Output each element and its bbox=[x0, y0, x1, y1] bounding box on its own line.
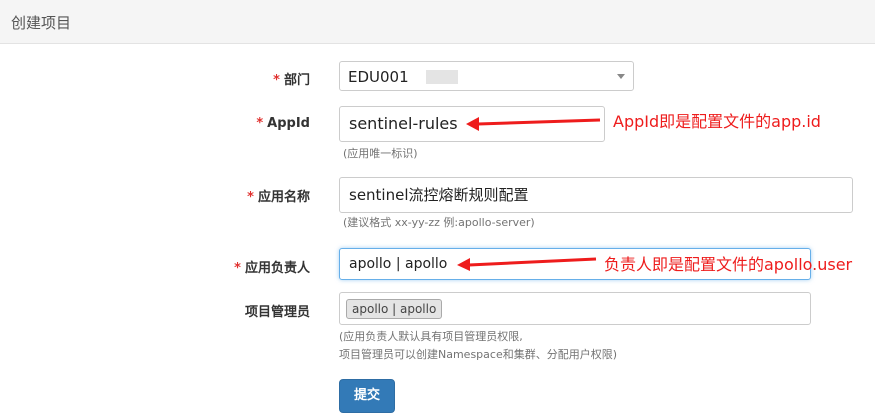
submit-button[interactable]: 提交 bbox=[339, 379, 395, 413]
appid-annotation: AppId即是配置文件的app.id bbox=[613, 112, 821, 131]
app-name-hint: (建议格式 xx-yy-zz 例:apollo-server) bbox=[343, 216, 535, 229]
department-select-value: EDU001 bbox=[348, 68, 409, 86]
app-name-label: * 应用名称 bbox=[247, 186, 310, 205]
admin-tag[interactable]: apollo | apollo bbox=[346, 299, 443, 319]
owner-label: * 应用负责人 bbox=[234, 257, 310, 276]
app-name-input[interactable]: sentinel流控熔断规则配置 bbox=[339, 177, 853, 213]
admins-hint-line2: 项目管理员可以创建Namespace和集群、分配用户权限) bbox=[339, 348, 618, 361]
arrow-left-icon bbox=[457, 257, 597, 271]
required-mark: * bbox=[273, 73, 280, 88]
panel-header: 创建项目 bbox=[0, 0, 875, 44]
redacted-text-block bbox=[426, 70, 458, 84]
app-name-label-text: 应用名称 bbox=[257, 190, 310, 205]
department-select[interactable]: EDU001 bbox=[339, 61, 634, 91]
arrow-left-icon bbox=[466, 117, 601, 131]
owner-annotation: 负责人即是配置文件的apollo.user bbox=[604, 255, 853, 274]
appid-label: * AppId bbox=[256, 116, 310, 131]
owner-label-text: 应用负责人 bbox=[244, 261, 310, 276]
required-mark: * bbox=[234, 261, 241, 276]
caret-down-icon bbox=[617, 74, 625, 79]
department-label-text: 部门 bbox=[283, 73, 310, 88]
appid-hint: (应用唯一标识) bbox=[343, 147, 418, 160]
page-title: 创建项目 bbox=[11, 14, 72, 32]
required-mark: * bbox=[247, 190, 254, 205]
appid-label-text: AppId bbox=[267, 116, 310, 131]
required-mark: * bbox=[256, 116, 264, 131]
appid-input-value: sentinel-rules bbox=[349, 114, 458, 133]
admins-label-text: 项目管理员 bbox=[244, 305, 310, 320]
admins-label: 项目管理员 bbox=[245, 301, 310, 320]
admins-input[interactable]: apollo | apollo bbox=[339, 292, 811, 325]
admins-hint-line1: (应用负责人默认具有项目管理员权限, bbox=[339, 330, 523, 343]
owner-input-value: apollo | apollo bbox=[349, 256, 448, 272]
department-label: * 部门 bbox=[273, 69, 310, 88]
app-name-input-value: sentinel流控熔断规则配置 bbox=[349, 186, 529, 204]
